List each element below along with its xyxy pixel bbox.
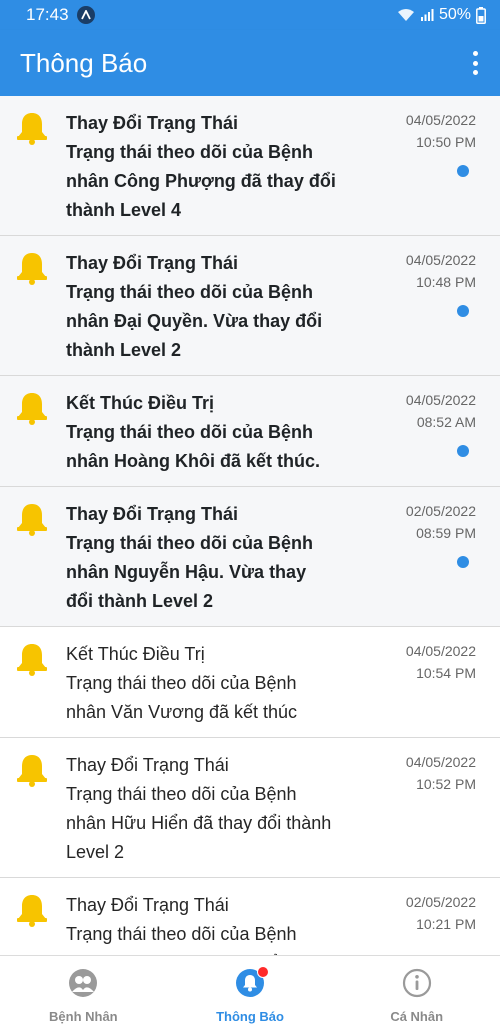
notification-item[interactable]: Thay Đổi Trạng Thái Trạng thái theo dõi … bbox=[0, 878, 500, 955]
notification-date: 04/05/2022 bbox=[405, 643, 476, 659]
notification-item[interactable]: Thay Đổi Trạng Thái Trạng thái theo dõi … bbox=[0, 487, 500, 627]
patients-icon bbox=[68, 968, 98, 998]
bell-icon bbox=[0, 96, 66, 235]
notification-time: 10:21 PM bbox=[416, 916, 476, 932]
info-icon bbox=[402, 968, 432, 998]
battery-percent: 50% bbox=[438, 6, 471, 23]
status-left: 17:43 bbox=[26, 5, 95, 25]
notification-title: Thay Đổi Trạng Thái bbox=[66, 253, 239, 273]
bell-icon bbox=[0, 627, 66, 737]
bottom-navigation: Bệnh Nhân Thông Báo Cá Nhân bbox=[0, 955, 500, 1028]
unread-dot bbox=[457, 305, 469, 317]
app-bar: Thông Báo bbox=[0, 30, 500, 96]
more-dot-icon bbox=[472, 70, 478, 75]
unread-dot bbox=[457, 445, 469, 457]
bell-icon bbox=[0, 878, 66, 955]
notification-message: Trạng thái theo dõi của Bệnh nhân Đại Qu… bbox=[66, 282, 323, 360]
wifi-icon bbox=[397, 9, 414, 21]
notification-time: 10:52 PM bbox=[416, 776, 476, 792]
notification-item[interactable]: Thay Đổi Trạng Thái Trạng thái theo dõi … bbox=[0, 236, 500, 376]
bell-icon bbox=[0, 376, 66, 486]
notification-date: 02/05/2022 bbox=[405, 894, 476, 910]
notification-message: Trạng thái theo dõi của Bệnh nhân Công P… bbox=[66, 142, 336, 220]
unread-dot bbox=[457, 165, 469, 177]
notification-message: Trạng thái theo dõi của Bệnh nhân Hoàng … bbox=[66, 422, 321, 471]
notification-message: Trạng thái theo dõi của Bệnh nhân Hữu Hi… bbox=[66, 784, 332, 862]
bell-icon bbox=[235, 966, 269, 998]
notification-item[interactable]: Thay Đổi Trạng Thái Trạng thái theo dõi … bbox=[0, 96, 500, 236]
notification-title: Kết Thúc Điều Trị bbox=[66, 393, 215, 413]
notification-time: 08:59 PM bbox=[416, 525, 476, 541]
status-bar: 17:43 50% bbox=[0, 0, 500, 30]
bell-icon bbox=[0, 487, 66, 626]
more-options-button[interactable] bbox=[468, 48, 482, 78]
status-right: 50% bbox=[397, 6, 486, 24]
bell-icon bbox=[0, 738, 66, 877]
status-time: 17:43 bbox=[26, 5, 69, 24]
notification-date: 02/05/2022 bbox=[405, 503, 476, 519]
notification-date: 04/05/2022 bbox=[405, 392, 476, 408]
notification-title: Kết Thúc Điều Trị bbox=[66, 644, 205, 664]
notification-title: Thay Đổi Trạng Thái bbox=[66, 113, 239, 133]
notification-item[interactable]: Kết Thúc Điều Trị Trạng thái theo dõi củ… bbox=[0, 376, 500, 487]
notification-message: Trạng thái theo dõi của Bệnh nhân Văn Vư… bbox=[66, 673, 298, 722]
notification-badge bbox=[257, 966, 269, 978]
notification-title: Thay Đổi Trạng Thái bbox=[66, 755, 229, 775]
notification-message: Trạng thái theo dõi của Bệnh nhân Nguyễn… bbox=[66, 533, 314, 611]
notification-date: 04/05/2022 bbox=[405, 112, 476, 128]
nav-label-notifications: Thông Báo bbox=[216, 1009, 284, 1024]
nav-tab-profile[interactable]: Cá Nhân bbox=[333, 956, 500, 1028]
notification-time: 08:52 AM bbox=[416, 414, 476, 430]
notification-title: Thay Đổi Trạng Thái bbox=[66, 504, 239, 524]
unread-dot bbox=[457, 556, 469, 568]
nav-label-profile: Cá Nhân bbox=[390, 1009, 444, 1024]
notification-message: Trạng thái theo dõi của Bệnh nhân Văn Tù… bbox=[66, 924, 332, 955]
nav-label-patients: Bệnh Nhân bbox=[49, 1009, 118, 1024]
more-dot-icon bbox=[472, 51, 478, 56]
signal-icon bbox=[420, 9, 434, 21]
battery-icon bbox=[476, 6, 486, 24]
more-dot-icon bbox=[472, 60, 478, 66]
notification-date: 04/05/2022 bbox=[405, 252, 476, 268]
app-notification-icon bbox=[76, 6, 95, 24]
notification-item[interactable]: Thay Đổi Trạng Thái Trạng thái theo dõi … bbox=[0, 738, 500, 878]
notification-time: 10:54 PM bbox=[416, 665, 476, 681]
notification-date: 04/05/2022 bbox=[405, 754, 476, 770]
nav-tab-notifications[interactable]: Thông Báo bbox=[167, 956, 334, 1028]
notification-time: 10:48 PM bbox=[416, 274, 476, 290]
nav-tab-patients[interactable]: Bệnh Nhân bbox=[0, 956, 167, 1028]
notification-item[interactable]: Kết Thúc Điều Trị Trạng thái theo dõi củ… bbox=[0, 627, 500, 738]
page-title: Thông Báo bbox=[20, 47, 148, 78]
notification-title: Thay Đổi Trạng Thái bbox=[66, 895, 229, 915]
bell-icon bbox=[0, 236, 66, 375]
notification-list[interactable]: Thay Đổi Trạng Thái Trạng thái theo dõi … bbox=[0, 96, 500, 955]
notification-time: 10:50 PM bbox=[416, 134, 476, 150]
